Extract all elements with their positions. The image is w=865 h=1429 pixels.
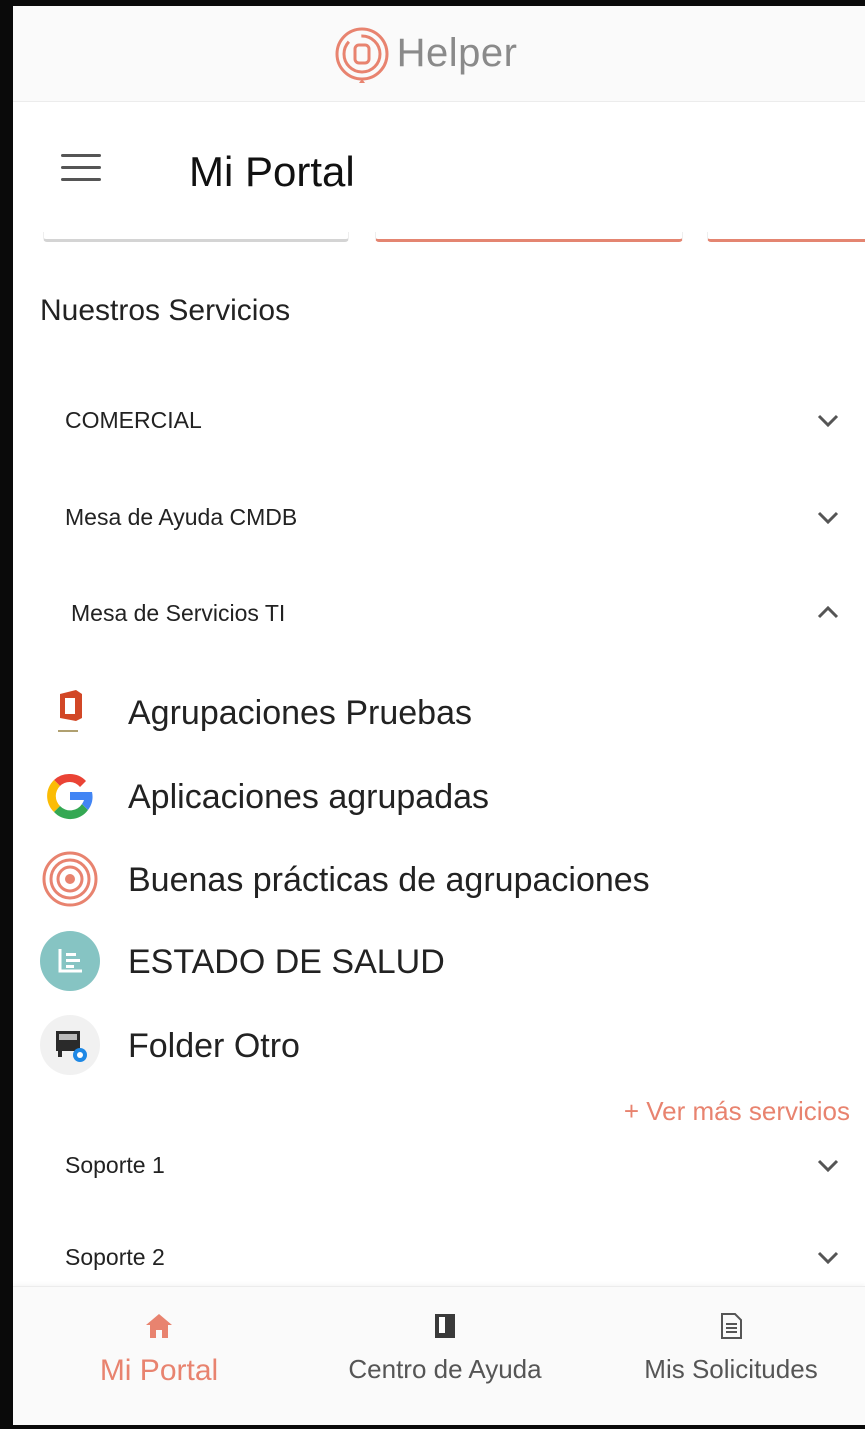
card-edge[interactable] xyxy=(375,232,683,242)
brand: Helper xyxy=(331,23,518,85)
helper-logo-icon xyxy=(335,27,389,83)
bottom-navigation: Mi Portal Centro de Ayuda Mis Solicitude… xyxy=(13,1286,865,1425)
category-soporte-2[interactable]: Soporte 2 xyxy=(13,1228,865,1288)
book-icon xyxy=(435,1314,455,1338)
service-item[interactable]: Aplicaciones agrupadas xyxy=(40,762,740,830)
service-item[interactable]: Buenas prácticas de agrupaciones xyxy=(40,845,740,913)
category-label: Soporte 1 xyxy=(65,1152,165,1178)
service-label: Buenas prácticas de agrupaciones xyxy=(128,861,650,899)
nav-mis-solicitudes[interactable]: Mis Solicitudes xyxy=(601,1301,861,1411)
category-soporte-1[interactable]: Soporte 1 xyxy=(13,1136,865,1196)
service-item[interactable]: ESTADO DE SALUD xyxy=(40,927,740,995)
page-title: Mi Portal xyxy=(189,148,355,195)
folder-screen-icon xyxy=(40,1015,100,1075)
office-icon xyxy=(40,682,100,742)
health-chart-icon xyxy=(40,931,100,991)
service-label: Agrupaciones Pruebas xyxy=(128,694,473,732)
nav-label: Centro de Ayuda xyxy=(348,1354,542,1384)
more-services-link[interactable]: + Ver más servicios xyxy=(624,1096,850,1127)
chevron-down-icon xyxy=(813,502,843,532)
home-icon xyxy=(146,1314,172,1338)
chevron-down-icon xyxy=(813,1150,843,1180)
service-label: ESTADO DE SALUD xyxy=(128,943,445,981)
brand-bar: Helper xyxy=(13,6,865,102)
chevron-down-icon xyxy=(813,405,843,435)
chevron-down-icon xyxy=(813,1242,843,1272)
document-icon xyxy=(721,1313,742,1339)
card-edge[interactable] xyxy=(43,232,349,242)
nav-centro-de-ayuda[interactable]: Centro de Ayuda xyxy=(315,1301,575,1411)
category-comercial[interactable]: COMERCIAL xyxy=(13,391,865,451)
nav-label: Mi Portal xyxy=(99,1354,219,1387)
hamburger-menu-icon[interactable] xyxy=(61,154,101,184)
service-item[interactable]: Agrupaciones Pruebas xyxy=(40,678,740,746)
category-label: Soporte 2 xyxy=(65,1244,165,1270)
helper-logo-icon xyxy=(40,849,100,909)
section-title: Nuestros Servicios xyxy=(40,294,291,327)
category-label: COMERCIAL xyxy=(65,407,202,433)
category-label: Mesa de Servicios TI xyxy=(71,600,286,626)
service-item[interactable]: Folder Otro xyxy=(40,1011,740,1079)
card-edge[interactable] xyxy=(707,232,865,242)
service-label: Folder Otro xyxy=(128,1027,300,1065)
nav-mi-portal[interactable]: Mi Portal xyxy=(29,1301,289,1411)
service-label: Aplicaciones agrupadas xyxy=(128,778,490,816)
brand-name: Helper xyxy=(396,31,518,75)
card-strip xyxy=(13,232,865,246)
category-mesa-ayuda-cmdb[interactable]: Mesa de Ayuda CMDB xyxy=(13,488,865,548)
category-label: Mesa de Ayuda CMDB xyxy=(65,504,298,530)
nav-label: Mis Solicitudes xyxy=(644,1354,818,1384)
chevron-up-icon xyxy=(813,598,843,628)
category-mesa-servicios-ti[interactable]: Mesa de Servicios TI xyxy=(13,584,865,644)
page-header: Mi Portal xyxy=(13,102,865,234)
google-icon xyxy=(40,766,100,826)
